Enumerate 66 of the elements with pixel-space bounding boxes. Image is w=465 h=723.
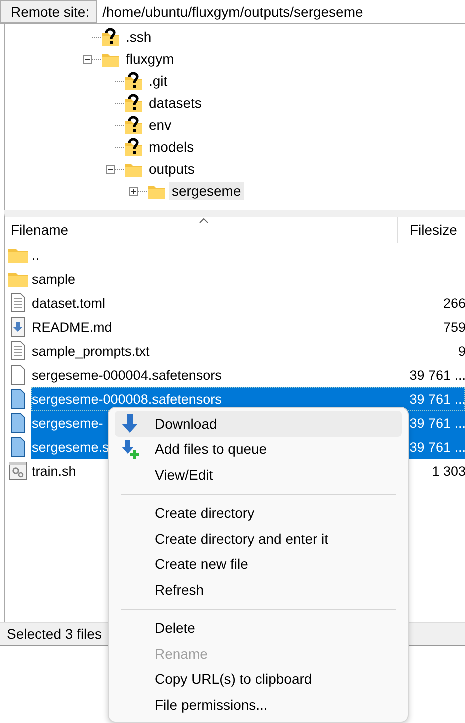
- menu-item[interactable]: Delete: [115, 616, 402, 641]
- menu-item[interactable]: Add files to queue: [115, 436, 402, 462]
- file-icon: [10, 365, 26, 385]
- script-file-icon: [9, 462, 27, 480]
- file-row[interactable]: sergeseme-000004.safetensors 39 761 ...: [31, 363, 465, 387]
- file-row[interactable]: sample_prompts.txt 9: [31, 339, 465, 363]
- file-size: 39 761 ...: [410, 392, 465, 406]
- column-header[interactable]: Filesize: [397, 217, 465, 243]
- menu-item[interactable]: Download: [115, 411, 402, 436]
- file-row[interactable]: dataset.toml 266: [31, 291, 465, 315]
- folder-icon: [8, 270, 28, 288]
- folder-icon: [8, 246, 28, 264]
- file-size: 39 761 ...: [410, 440, 465, 454]
- file-name: sergeseme-: [31, 416, 104, 430]
- status-text: Selected 3 files: [7, 626, 102, 642]
- unknown-folder-icon: [124, 138, 143, 156]
- file-icon: [10, 413, 26, 433]
- file-name: sample: [31, 272, 76, 286]
- folder-name[interactable]: sergeseme: [169, 182, 244, 200]
- file-size: 759: [443, 320, 465, 334]
- folder-name[interactable]: .ssh: [123, 28, 155, 46]
- file-size: 9: [458, 344, 465, 358]
- file-row[interactable]: sample: [31, 267, 465, 291]
- download-arrow-icon: [121, 414, 139, 434]
- menu-item[interactable]: Create directory and enter it: [115, 526, 402, 552]
- menu-item[interactable]: View/Edit: [115, 462, 402, 488]
- expand-toggle[interactable]: [129, 186, 138, 196]
- unknown-folder-icon: [124, 94, 143, 112]
- file-row[interactable]: README.md 759: [31, 315, 465, 339]
- file-name: README.md: [31, 320, 112, 334]
- remote-site-label: Remote site:: [0, 0, 97, 23]
- menu-item[interactable]: Copy URL(s) to clipboard: [115, 666, 402, 692]
- document-download-icon: [10, 317, 26, 337]
- collapse-toggle[interactable]: [106, 164, 115, 174]
- collapse-toggle[interactable]: [83, 54, 92, 64]
- column-header[interactable]: Filename: [5, 222, 397, 238]
- folder-name[interactable]: outputs: [146, 160, 198, 178]
- file-icon: [10, 389, 26, 409]
- file-name: ..: [31, 248, 40, 262]
- text-file-icon: [10, 293, 26, 313]
- file-name: sergeseme-000004.safetensors: [31, 368, 222, 382]
- file-name: dataset.toml: [31, 296, 106, 310]
- unknown-folder-icon: [124, 116, 143, 134]
- menu-item[interactable]: Create new file: [115, 552, 402, 577]
- file-name: sergeseme.s: [31, 440, 110, 454]
- folder-name[interactable]: env: [146, 116, 175, 134]
- menu-item[interactable]: Refresh: [115, 577, 402, 602]
- unknown-folder-icon: [124, 72, 143, 90]
- text-file-icon: [10, 341, 26, 361]
- file-name: sample_prompts.txt: [31, 344, 150, 358]
- folder-name[interactable]: models: [146, 138, 198, 156]
- sort-caret-icon: [199, 217, 209, 224]
- folder-name[interactable]: .git: [146, 72, 171, 90]
- file-icon: [10, 437, 26, 457]
- remote-path-field[interactable]: /home/ubuntu/fluxgym/outputs/sergeseme: [96, 0, 465, 23]
- download-add-icon: [121, 440, 139, 459]
- file-name: sergeseme-000008.safetensors: [31, 392, 222, 406]
- file-size: 39 761 ...: [410, 416, 465, 430]
- menu-item[interactable]: File permissions...: [115, 692, 402, 718]
- folder-name[interactable]: fluxgym: [123, 50, 178, 68]
- unknown-folder-icon: [101, 28, 120, 46]
- menu-item[interactable]: Create directory: [115, 500, 402, 526]
- file-size: 266: [443, 296, 465, 310]
- file-row[interactable]: ..: [31, 243, 465, 267]
- folder-name[interactable]: datasets: [146, 94, 205, 112]
- file-size: 39 761 ...: [410, 368, 465, 382]
